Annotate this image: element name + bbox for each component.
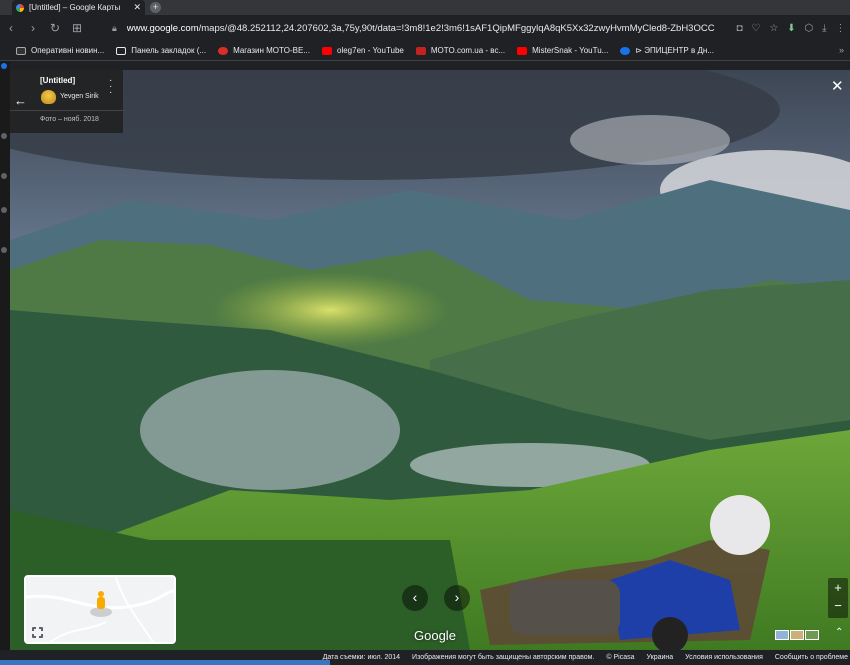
- menu-dots-icon[interactable]: ⋮: [836, 23, 846, 34]
- bookmark-favicon-icon: [415, 46, 426, 55]
- landscape-photo: [10, 70, 850, 650]
- photo-title: [Untitled]: [40, 76, 76, 85]
- next-photo-button[interactable]: ›: [444, 585, 470, 611]
- bookmark-label: MOTO.com.ua - вс...: [430, 46, 506, 55]
- bookmark-item[interactable]: ⊳ ЭПИЦЕНТР в Дн...: [620, 46, 714, 55]
- back-icon[interactable]: ‹: [0, 21, 22, 35]
- zoom-controls: + −: [828, 578, 848, 618]
- more-options-icon[interactable]: · · ·: [109, 76, 112, 98]
- google-logo: Google: [414, 628, 456, 643]
- reload-icon[interactable]: ↻: [44, 21, 66, 35]
- card-divider: [10, 110, 123, 111]
- bookmark-label: oleg7en - YouTube: [337, 46, 404, 55]
- forward-icon[interactable]: ›: [22, 21, 44, 35]
- bookmark-folder[interactable]: Панель закладок (...: [116, 46, 206, 55]
- bookmark-favicon-icon: [218, 46, 229, 55]
- extension-icon[interactable]: ⬡: [805, 23, 814, 34]
- expand-up-icon[interactable]: ⌃: [835, 627, 843, 638]
- zoom-out-button[interactable]: −: [828, 598, 848, 613]
- bookmarks-bar: Оперативні новин... Панель закладок (...…: [0, 41, 850, 61]
- minimap[interactable]: [24, 575, 176, 644]
- bookmarks-overflow-icon[interactable]: »: [839, 45, 844, 55]
- thumbnail[interactable]: [775, 630, 789, 640]
- apps-grid-icon[interactable]: ⊞: [66, 21, 88, 35]
- bookmark-item[interactable]: Оперативні новин...: [16, 46, 104, 55]
- close-icon[interactable]: ✕: [831, 77, 844, 95]
- bookmark-item[interactable]: Магазин MOTO-BE...: [218, 46, 310, 55]
- photo-info-card: ← [Untitled] Yevgen Sirik · · · Фото – ноя…: [10, 70, 123, 133]
- star-icon[interactable]: ☆: [769, 23, 778, 34]
- bookmark-favicon-icon: [620, 46, 631, 55]
- strip-icon[interactable]: [1, 133, 7, 139]
- strip-icon[interactable]: [1, 173, 7, 179]
- folder-icon: [116, 46, 127, 55]
- url-text[interactable]: www.google.com/maps/@48.252112,24.207602…: [127, 23, 715, 34]
- new-tab-button[interactable]: +: [150, 2, 161, 13]
- author-name[interactable]: Yevgen Sirik: [60, 93, 99, 100]
- lock-icon[interactable]: 🔒︎: [112, 23, 117, 34]
- bookmark-item[interactable]: MOTO.com.ua - вс...: [415, 46, 506, 55]
- youtube-icon: [517, 46, 528, 55]
- taskbar-strip: [0, 660, 330, 665]
- toolbar-actions: ◘ ♡ ☆ ⬇ ⬡ ⤓ ⋮: [732, 18, 850, 38]
- tab-close-icon[interactable]: ✕: [133, 2, 141, 13]
- bookmark-label: MisterSnak - YouTu...: [532, 46, 609, 55]
- photo-thumbnails[interactable]: [775, 630, 819, 640]
- street-view-photo[interactable]: [10, 70, 850, 650]
- bookmark-label: Панель закладок (...: [131, 46, 207, 55]
- back-arrow-icon[interactable]: ←: [14, 93, 27, 108]
- browser-tab[interactable]: [Untitled] – Google Карты ✕: [12, 0, 145, 15]
- capture-date: Дата съемки: июл. 2014: [322, 654, 401, 661]
- strip-icon[interactable]: [1, 207, 7, 213]
- copyright-notice: Изображения могут быть защищены авторски…: [412, 654, 595, 661]
- thumbnail[interactable]: [790, 630, 804, 640]
- tab-strip: [Untitled] – Google Карты ✕ +: [0, 0, 850, 15]
- bookmark-favicon-icon: [16, 46, 26, 55]
- address-bar[interactable]: 🔒︎ www.google.com/maps/@48.252112,24.207…: [104, 18, 734, 38]
- download-icon[interactable]: ⬇: [787, 23, 795, 34]
- bookmark-label: Оперативні новин...: [31, 46, 105, 55]
- strip-icon[interactable]: [1, 247, 7, 253]
- photo-date: Фото – нояб. 2018: [40, 116, 99, 123]
- terms-link[interactable]: Условия использования: [685, 654, 763, 661]
- bookmark-item[interactable]: MisterSnak - YouTu...: [517, 46, 608, 55]
- strip-icon[interactable]: [1, 63, 7, 69]
- author-avatar[interactable]: [41, 90, 56, 104]
- zoom-in-button[interactable]: +: [828, 580, 848, 595]
- url-path: /maps/@48.252112,24.207602,3a,75y,90t/da…: [198, 22, 715, 34]
- heart-icon[interactable]: ♡: [751, 23, 760, 34]
- tab-title: [Untitled] – Google Карты: [29, 3, 121, 12]
- side-strip: [0, 61, 10, 665]
- country-label[interactable]: Украина: [647, 654, 674, 661]
- expand-map-icon[interactable]: [31, 626, 44, 639]
- pegman-icon[interactable]: [96, 591, 106, 613]
- picasa-credit: © Picasa: [606, 654, 635, 661]
- url-host: www.google.com: [126, 22, 199, 34]
- camera-icon[interactable]: ◘: [736, 23, 742, 34]
- downloads-tray-icon[interactable]: ⤓: [822, 23, 826, 34]
- youtube-icon: [322, 46, 332, 55]
- thumbnail[interactable]: [805, 630, 819, 640]
- report-problem-link[interactable]: Сообщить о проблеме: [775, 654, 848, 661]
- previous-photo-button[interactable]: ‹: [402, 585, 428, 611]
- bookmark-label: ⊳ ЭПИЦЕНТР в Дн...: [635, 46, 714, 55]
- pegman-body: [97, 597, 105, 609]
- google-maps-favicon-icon: [16, 3, 24, 12]
- bookmark-label: Магазин MOTO-BE...: [233, 46, 310, 55]
- bookmark-item[interactable]: oleg7en - YouTube: [322, 46, 404, 55]
